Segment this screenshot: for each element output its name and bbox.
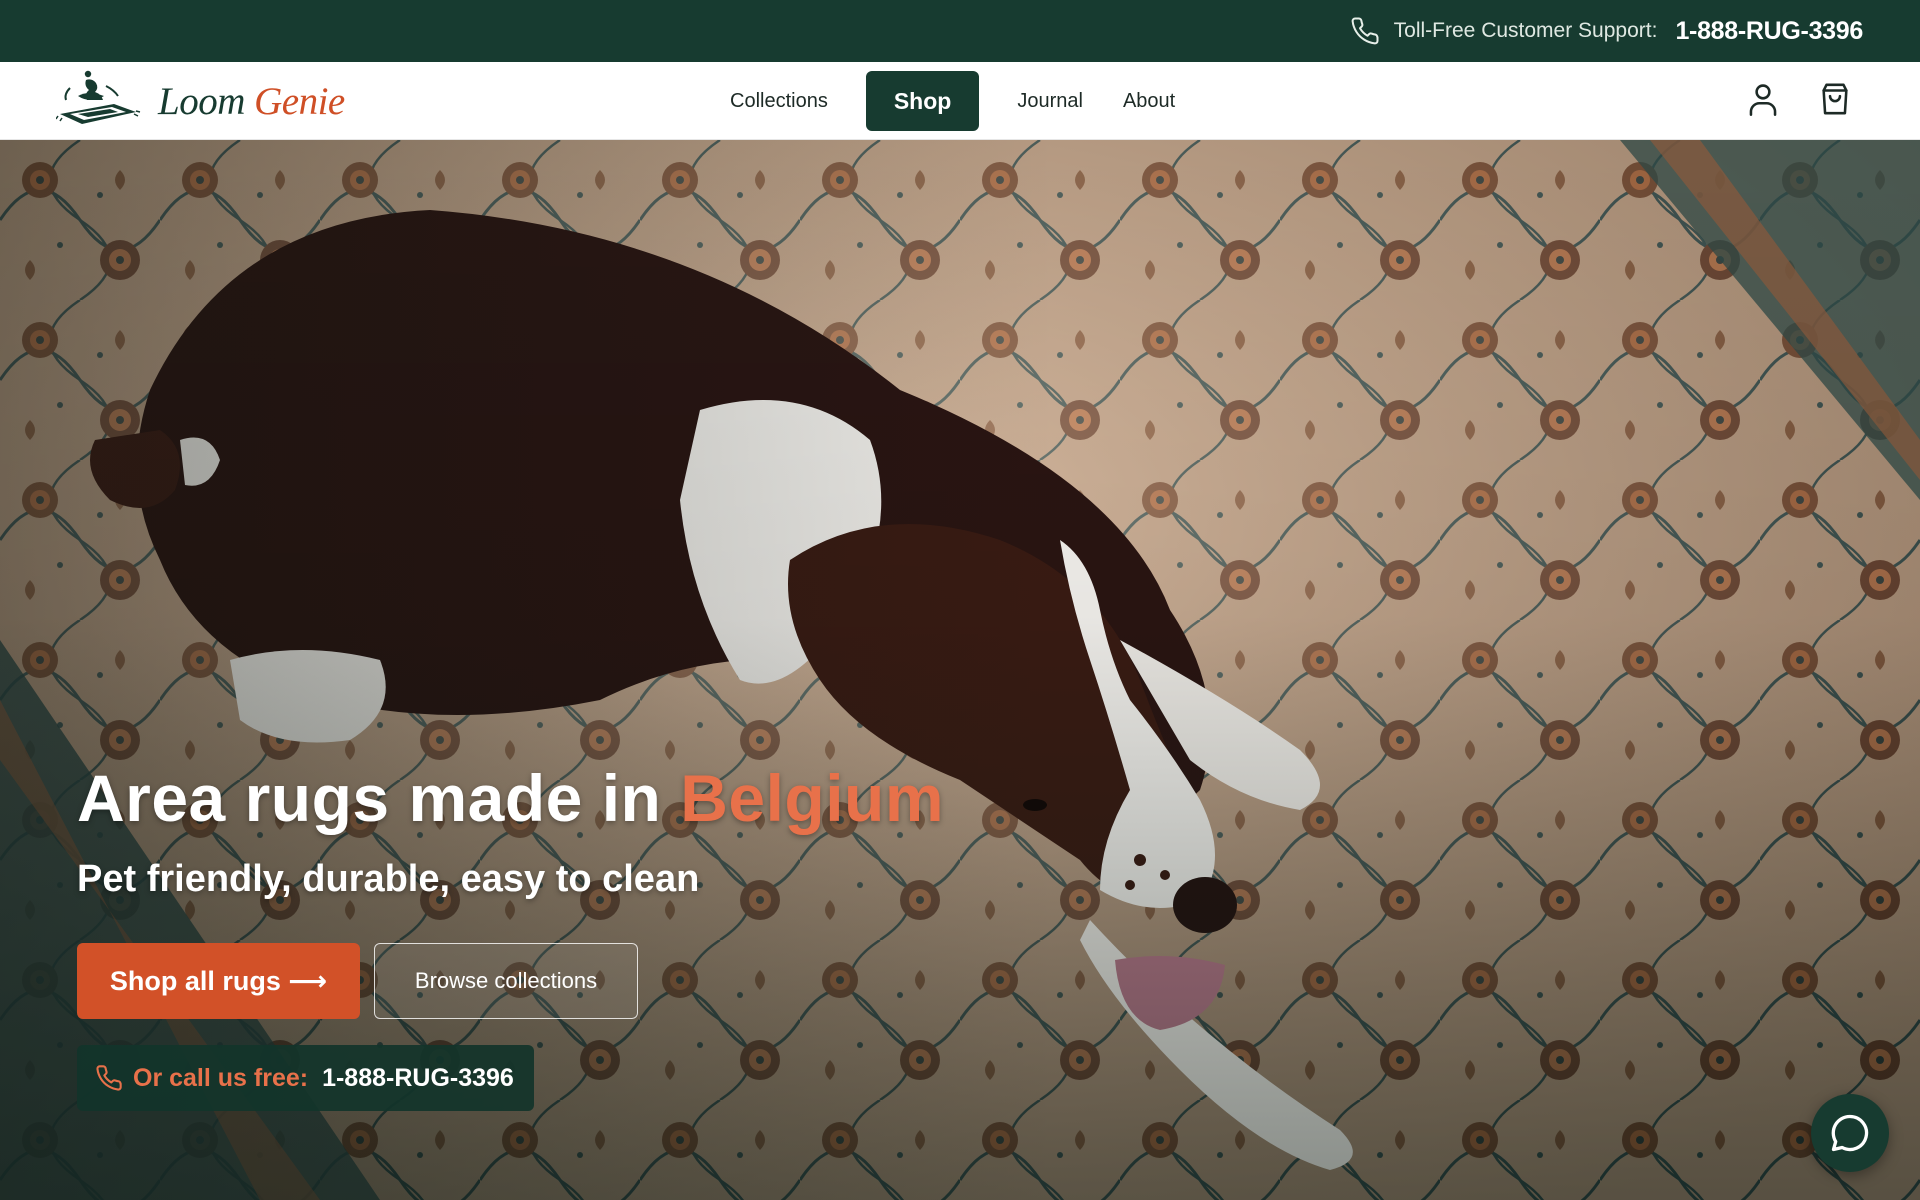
hero-title-main: Area rugs made in xyxy=(77,761,662,835)
chat-bubble-icon xyxy=(1828,1111,1872,1155)
hero-title-accent: Belgium xyxy=(680,761,945,835)
call-label: Or call us free: xyxy=(133,1063,309,1092)
hero-title: Area rugs made in Belgium xyxy=(77,760,944,836)
header-actions xyxy=(1746,80,1852,118)
support-bar: Toll-Free Customer Support: 1-888-RUG-33… xyxy=(0,0,1920,62)
phone-icon xyxy=(95,1064,123,1092)
hero-content: Area rugs made in Belgium Pet friendly, … xyxy=(77,760,944,1111)
account-icon[interactable] xyxy=(1746,80,1780,118)
nav-journal[interactable]: Journal xyxy=(997,71,1103,131)
cart-icon[interactable] xyxy=(1818,80,1852,118)
logo-word-accent: Genie xyxy=(254,79,345,123)
browse-collections-button[interactable]: Browse collections xyxy=(374,943,638,1019)
hero-section: Area rugs made in Belgium Pet friendly, … xyxy=(0,140,1920,1200)
logo-wordmark: Loom Genie xyxy=(158,79,345,124)
call-phone-number: 1-888-RUG-3396 xyxy=(322,1063,514,1092)
logo[interactable]: Loom Genie xyxy=(55,66,345,136)
support-label: Toll-Free Customer Support: xyxy=(1393,19,1658,42)
nav-collections[interactable]: Collections xyxy=(710,71,848,131)
genie-on-carpet-logo-icon xyxy=(55,68,146,134)
site-header: Loom Genie Collections Shop Journal Abou… xyxy=(0,62,1920,140)
main-nav: Collections Shop Journal About xyxy=(710,70,1195,132)
phone-icon xyxy=(1350,16,1380,46)
logo-word-primary: Loom xyxy=(158,79,245,123)
call-us-pill[interactable]: Or call us free: 1-888-RUG-3396 xyxy=(77,1045,534,1111)
nav-about[interactable]: About xyxy=(1103,71,1195,131)
shop-all-rugs-button[interactable]: Shop all rugs ⟶ xyxy=(77,943,360,1019)
nav-shop[interactable]: Shop xyxy=(865,71,980,131)
hero-subtitle: Pet friendly, durable, easy to clean xyxy=(77,858,700,900)
support-phone-number[interactable]: 1-888-RUG-3396 xyxy=(1675,17,1863,46)
chat-button[interactable] xyxy=(1811,1094,1889,1172)
hero-cta-group: Shop all rugs ⟶ Browse collections xyxy=(77,943,944,1019)
